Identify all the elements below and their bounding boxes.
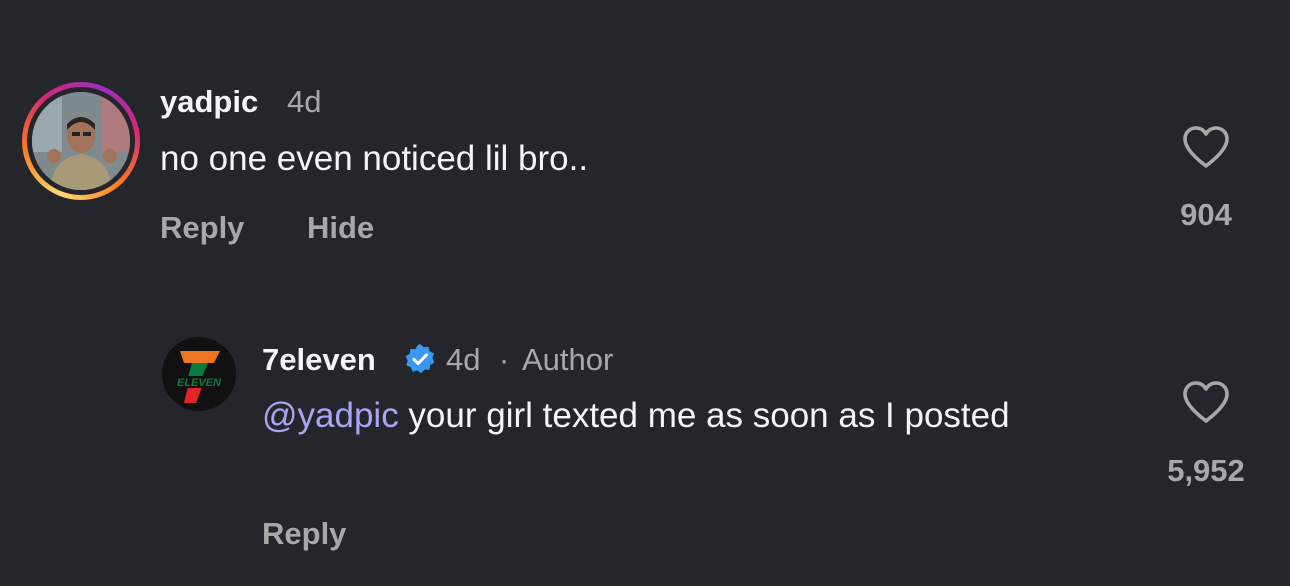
comments-panel: yadpic 4d no one even noticed lil bro.. … (0, 0, 1290, 586)
logo-text: ELEVEN (177, 377, 222, 389)
reply-button[interactable]: Reply (262, 516, 346, 552)
like-count: 5,952 (1167, 453, 1245, 488)
reply-username[interactable]: 7eleven (262, 342, 376, 378)
avatar (32, 92, 130, 190)
author-badge: Author (522, 342, 614, 377)
reply-timestamp: 4d (446, 342, 481, 377)
reply-body: your girl texted me as soon as I posted (398, 396, 1010, 435)
meta-separator: · (499, 342, 510, 377)
like-count: 904 (1180, 197, 1232, 232)
heart-outline-icon[interactable] (1181, 124, 1231, 170)
reply-text: @yadpic your girl texted me as soon as I… (262, 392, 1102, 440)
heart-outline-icon[interactable] (1181, 379, 1231, 425)
comment-timestamp: 4d (287, 84, 322, 119)
hide-button[interactable]: Hide (307, 210, 374, 246)
comment-username[interactable]: yadpic (160, 84, 258, 120)
story-ring-avatar-yadpic[interactable] (22, 82, 140, 200)
avatar-7eleven-logo[interactable]: ELEVEN (162, 337, 236, 411)
comment-text: no one even noticed lil bro.. (160, 139, 589, 178)
reply-button[interactable]: Reply (160, 210, 244, 246)
verified-badge-icon (405, 344, 435, 374)
mention-link[interactable]: @yadpic (262, 396, 399, 435)
